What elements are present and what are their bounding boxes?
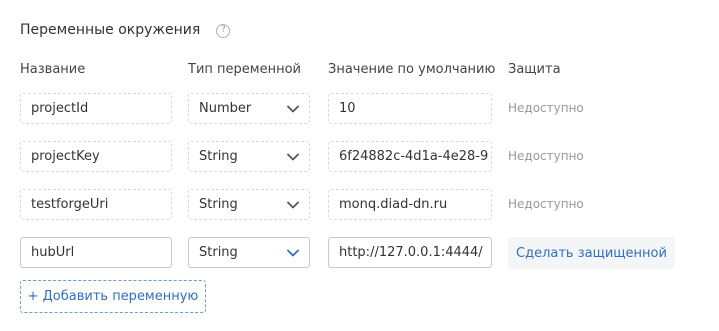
protection-status: Недоступно xyxy=(508,197,584,211)
variable-type-value: String xyxy=(199,245,238,260)
column-header-default-value: Значение по умолчанию xyxy=(328,62,496,77)
column-header-name: Название xyxy=(20,62,86,77)
question-circle-icon[interactable]: ? xyxy=(216,23,231,38)
variable-type-value: String xyxy=(199,197,238,212)
protection-status: Недоступно xyxy=(508,101,584,115)
variable-type-select[interactable]: String xyxy=(188,237,310,268)
variable-default-value-input[interactable]: 6f24882c-4d1a-4e28-9 xyxy=(328,141,492,172)
section-title: Переменные окружения xyxy=(20,22,201,38)
environment-variables-panel: Переменные окружения ? Название Тип пере… xyxy=(0,0,719,331)
chevron-down-icon xyxy=(287,247,299,259)
variable-default-value-input[interactable]: 10 xyxy=(328,93,492,124)
variable-row: projectId Number 10 Недоступно xyxy=(0,93,719,126)
variable-type-value: String xyxy=(199,149,238,164)
chevron-down-icon xyxy=(287,199,299,211)
column-header-protection: Защита xyxy=(508,62,561,77)
variable-name-input[interactable]: projectKey xyxy=(20,141,172,172)
variable-row: hubUrl String http://127.0.0.1:4444/ Сде… xyxy=(0,237,719,270)
chevron-down-icon xyxy=(287,151,299,163)
column-header-type: Тип переменной xyxy=(188,62,301,77)
variable-type-value: Number xyxy=(199,101,252,116)
variable-type-select[interactable]: String xyxy=(188,141,310,172)
variable-type-select[interactable]: Number xyxy=(188,93,310,124)
variable-name-input[interactable]: hubUrl xyxy=(20,237,172,268)
section-header: Переменные окружения ? xyxy=(20,20,231,40)
make-protected-button[interactable]: Сделать защищенной xyxy=(508,237,675,269)
variable-name-input[interactable]: projectId xyxy=(20,93,172,124)
add-variable-button[interactable]: + Добавить переменную xyxy=(20,280,206,313)
variable-default-value-input[interactable]: monq.diad-dn.ru xyxy=(328,189,492,220)
variable-type-select[interactable]: String xyxy=(188,189,310,220)
variable-row: projectKey String 6f24882c-4d1a-4e28-9 Н… xyxy=(0,141,719,174)
variable-default-value-input[interactable]: http://127.0.0.1:4444/ xyxy=(328,237,492,268)
protection-status: Недоступно xyxy=(508,149,584,163)
variable-row: testforgeUri String monq.diad-dn.ru Недо… xyxy=(0,189,719,222)
variable-name-input[interactable]: testforgeUri xyxy=(20,189,172,220)
chevron-down-icon xyxy=(287,103,299,115)
